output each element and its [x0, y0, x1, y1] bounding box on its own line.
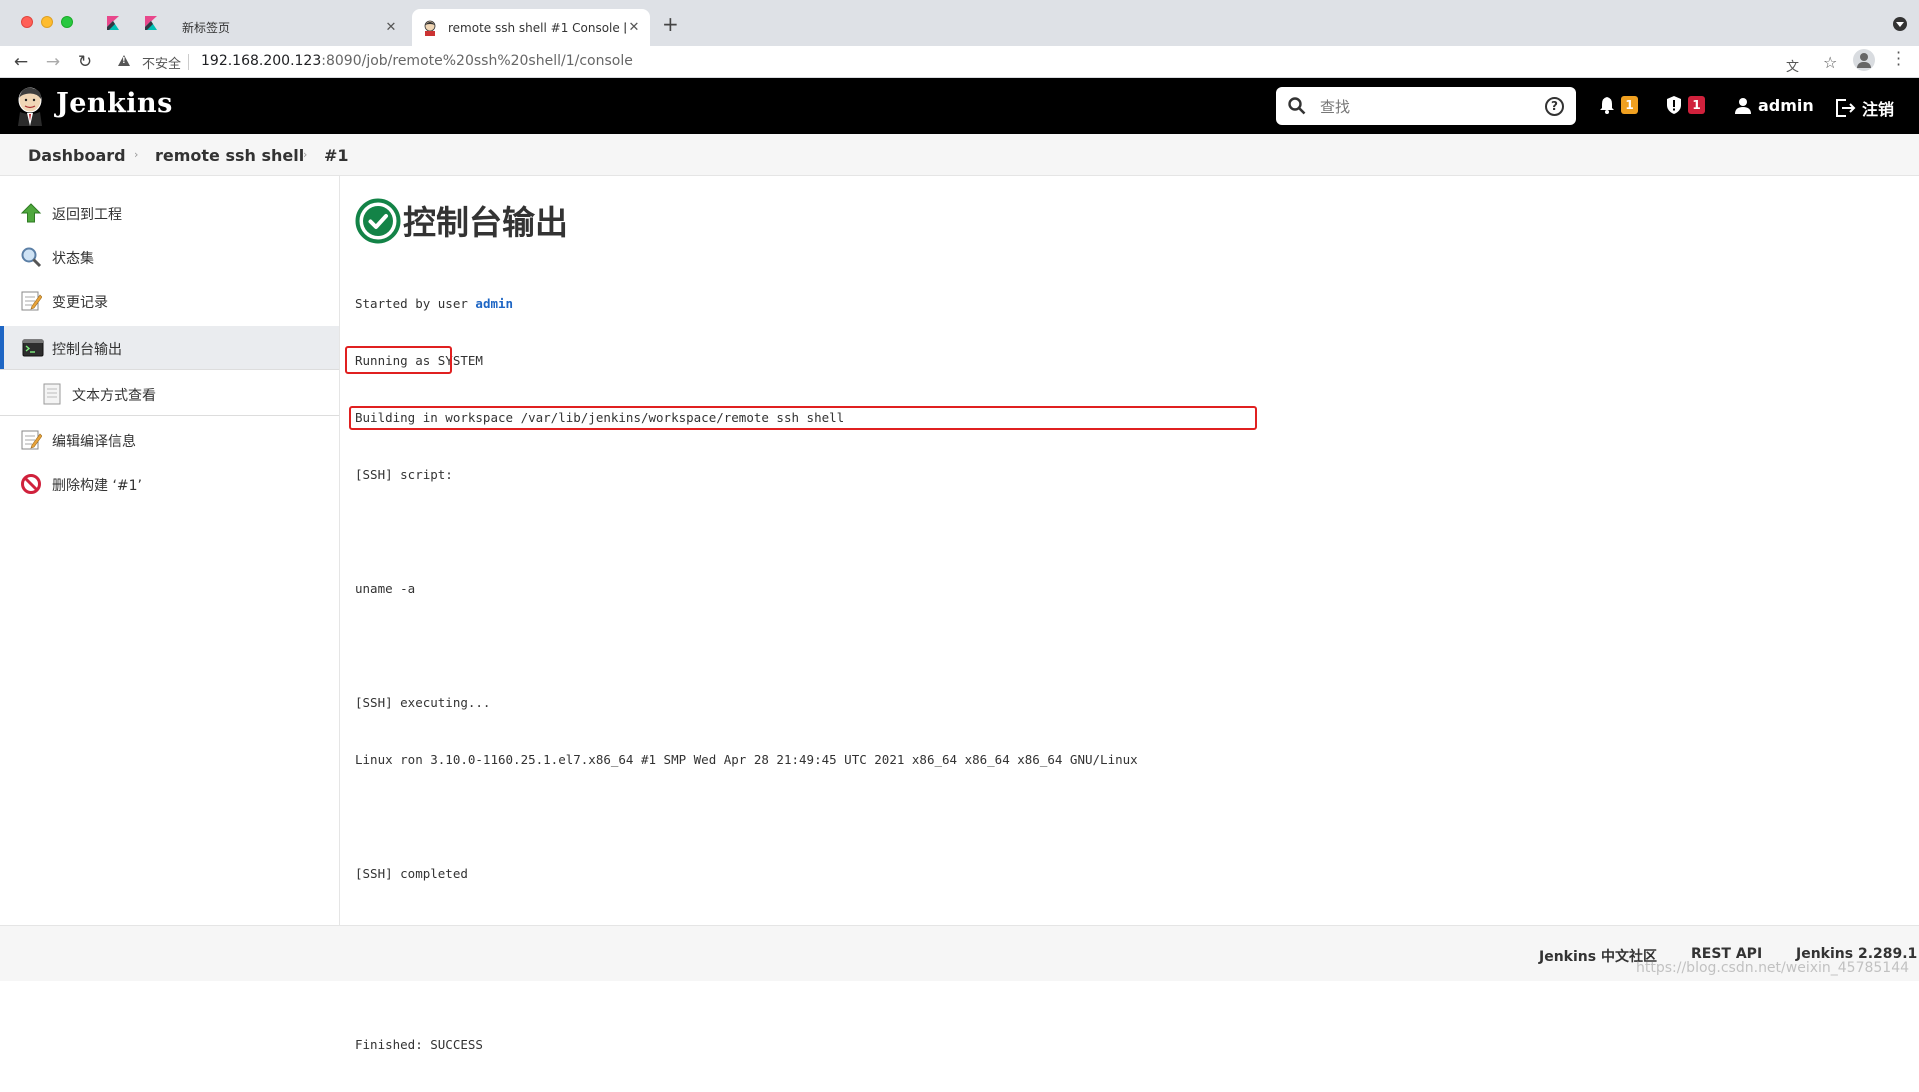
sidebar-item-status[interactable]: 状态集: [0, 235, 339, 279]
security-badge: 1: [1688, 96, 1705, 114]
watermark: https://blog.csdn.net/weixin_45785144: [1636, 960, 1910, 976]
browser-tab-strip: 新标签页 ✕ remote ssh shell #1 Console [Je ✕…: [0, 0, 1919, 46]
console-line: Started by user admin: [355, 296, 514, 311]
console-line: Linux ron 3.10.0-1160.25.1.el7.x86_64 #1…: [355, 752, 1138, 767]
notification-badge: 1: [1621, 96, 1638, 114]
sidebar-item-delete-build[interactable]: 删除构建 ‘#1’: [0, 462, 339, 506]
sidebar-item-plain-text[interactable]: 文本方式查看: [0, 372, 339, 416]
logout-label[interactable]: 注销: [1862, 96, 1894, 120]
close-window-button[interactable]: [21, 16, 33, 28]
new-tab-button[interactable]: +: [662, 12, 679, 36]
divider: [0, 369, 339, 370]
forward-button[interactable]: →: [41, 50, 65, 74]
highlight-box-result: [349, 406, 1257, 430]
browser-toolbar: ← → ↻ 不安全 192.168.200.123:8090/job/remot…: [0, 46, 1919, 78]
search-input[interactable]: 查找: [1320, 96, 1350, 117]
console-line: uname -a: [355, 581, 416, 596]
address-bar[interactable]: 不安全 192.168.200.123:8090/job/remote%20ss…: [110, 49, 1837, 75]
console-line: [SSH] completed: [355, 866, 468, 881]
breadcrumb-dashboard[interactable]: Dashboard: [28, 146, 126, 165]
success-check-icon: [355, 198, 401, 244]
jenkins-logo-icon[interactable]: [14, 86, 46, 126]
sidebar-item-changes[interactable]: 变更记录: [0, 279, 339, 323]
zoom-window-button[interactable]: [61, 16, 73, 28]
console-line: Finished: SUCCESS: [355, 1037, 483, 1052]
shield-icon: [1667, 96, 1681, 114]
tab-search-icon[interactable]: [1893, 17, 1907, 31]
console-line: [SSH] executing...: [355, 695, 491, 710]
divider: [188, 54, 189, 70]
reload-button[interactable]: ↻: [73, 50, 97, 74]
jenkins-header: Jenkins 查找 ? 1 1 admin 注销: [0, 78, 1919, 134]
search-icon: [1288, 97, 1306, 115]
security-label[interactable]: 不安全: [142, 53, 181, 72]
search-box[interactable]: 查找 ?: [1276, 87, 1576, 125]
page-title: 控制台输出: [403, 203, 568, 242]
warning-icon[interactable]: [118, 55, 130, 66]
sidebar-item-label: 返回到工程: [52, 207, 122, 223]
side-panel: 返回到工程 状态集 变更记录 控制台输出 文本方式查看 编辑编译信息 删除构建 …: [0, 176, 340, 925]
breadcrumb-build[interactable]: #1: [324, 146, 349, 165]
browser-menu-icon[interactable]: · · ·: [1896, 45, 1902, 73]
magnifier-icon: [21, 247, 42, 268]
sidebar-item-back-to-project[interactable]: 返回到工程: [0, 191, 339, 235]
sidebar-item-label: 状态集: [52, 251, 94, 267]
browser-tab-console[interactable]: remote ssh shell #1 Console [Je ✕: [412, 9, 650, 46]
logout-button[interactable]: 注销: [1836, 96, 1894, 120]
translate-icon[interactable]: 文: [1786, 56, 1799, 75]
up-arrow-icon: [20, 203, 42, 223]
profile-avatar-icon[interactable]: [1853, 49, 1875, 71]
console-line: Running as SYSTEM: [355, 353, 483, 368]
sidebar-item-label: 变更记录: [52, 295, 108, 311]
document-icon: [43, 383, 61, 405]
notifications-button[interactable]: 1: [1599, 96, 1638, 114]
help-icon[interactable]: ?: [1545, 97, 1564, 116]
sidebar-item-label: 删除构建 ‘#1’: [52, 478, 142, 494]
browser-tab-new-tab[interactable]: 新标签页 ✕: [172, 9, 407, 46]
bookmark-star-icon[interactable]: ☆: [1823, 53, 1837, 72]
minimize-window-button[interactable]: [41, 16, 53, 28]
url-text[interactable]: 192.168.200.123:8090/job/remote%20ssh%20…: [201, 53, 633, 69]
breadcrumb-job[interactable]: remote ssh shell: [155, 146, 304, 165]
user-link[interactable]: admin: [475, 296, 513, 311]
kibana-favicon-icon[interactable]: [143, 15, 159, 31]
page-footer: Jenkins 中文社区 REST API Jenkins 2.289.1 ht…: [0, 925, 1919, 981]
sidebar-item-label: 文本方式查看: [72, 388, 156, 404]
logout-icon: [1836, 99, 1856, 117]
tab-title: 新标签页: [182, 21, 231, 35]
jenkins-brand[interactable]: Jenkins: [56, 88, 173, 119]
no-entry-icon: [21, 474, 41, 494]
bell-icon: [1600, 97, 1614, 114]
security-alerts-button[interactable]: 1: [1666, 96, 1705, 114]
user-name[interactable]: admin: [1758, 96, 1814, 115]
tab-close-icon[interactable]: ✕: [626, 20, 642, 35]
tab-title: remote ssh shell #1 Console [Je: [448, 20, 626, 35]
kibana-favicon-icon[interactable]: [105, 15, 121, 31]
sidebar-item-label: 编辑编译信息: [52, 434, 136, 450]
notepad-icon: [21, 291, 42, 311]
chevron-right-icon[interactable]: ›: [303, 148, 307, 161]
sidebar-item-label: 控制台输出: [52, 342, 122, 358]
chevron-right-icon[interactable]: ›: [134, 148, 138, 161]
terminal-icon: [22, 339, 44, 357]
highlight-box-command: [345, 346, 452, 374]
back-button[interactable]: ←: [9, 50, 33, 74]
user-icon: [1735, 97, 1751, 114]
sidebar-item-edit-build-info[interactable]: 编辑编译信息: [0, 418, 339, 462]
jenkins-favicon-icon: [424, 20, 436, 36]
notepad-icon: [21, 430, 42, 450]
sidebar-item-console-output[interactable]: 控制台输出: [0, 326, 339, 370]
divider: [0, 415, 339, 416]
user-menu[interactable]: admin: [1734, 96, 1814, 115]
tab-close-icon[interactable]: ✕: [383, 20, 399, 35]
breadcrumb: Dashboard › remote ssh shell › #1: [0, 134, 1919, 176]
console-line: [SSH] script:: [355, 467, 453, 482]
